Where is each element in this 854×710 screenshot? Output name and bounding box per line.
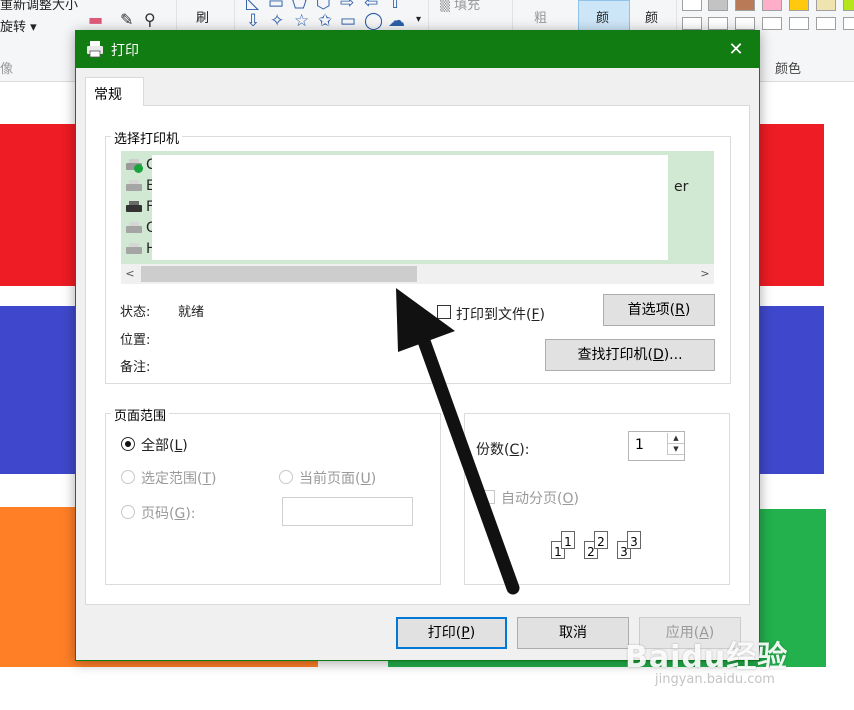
watermark-logo: Baidu经验 bbox=[625, 640, 789, 675]
annotation-arrow-icon bbox=[396, 288, 520, 595]
tab-general[interactable]: 常规 bbox=[85, 77, 144, 106]
watermark-url: jingyan.baidu.com bbox=[655, 672, 775, 687]
